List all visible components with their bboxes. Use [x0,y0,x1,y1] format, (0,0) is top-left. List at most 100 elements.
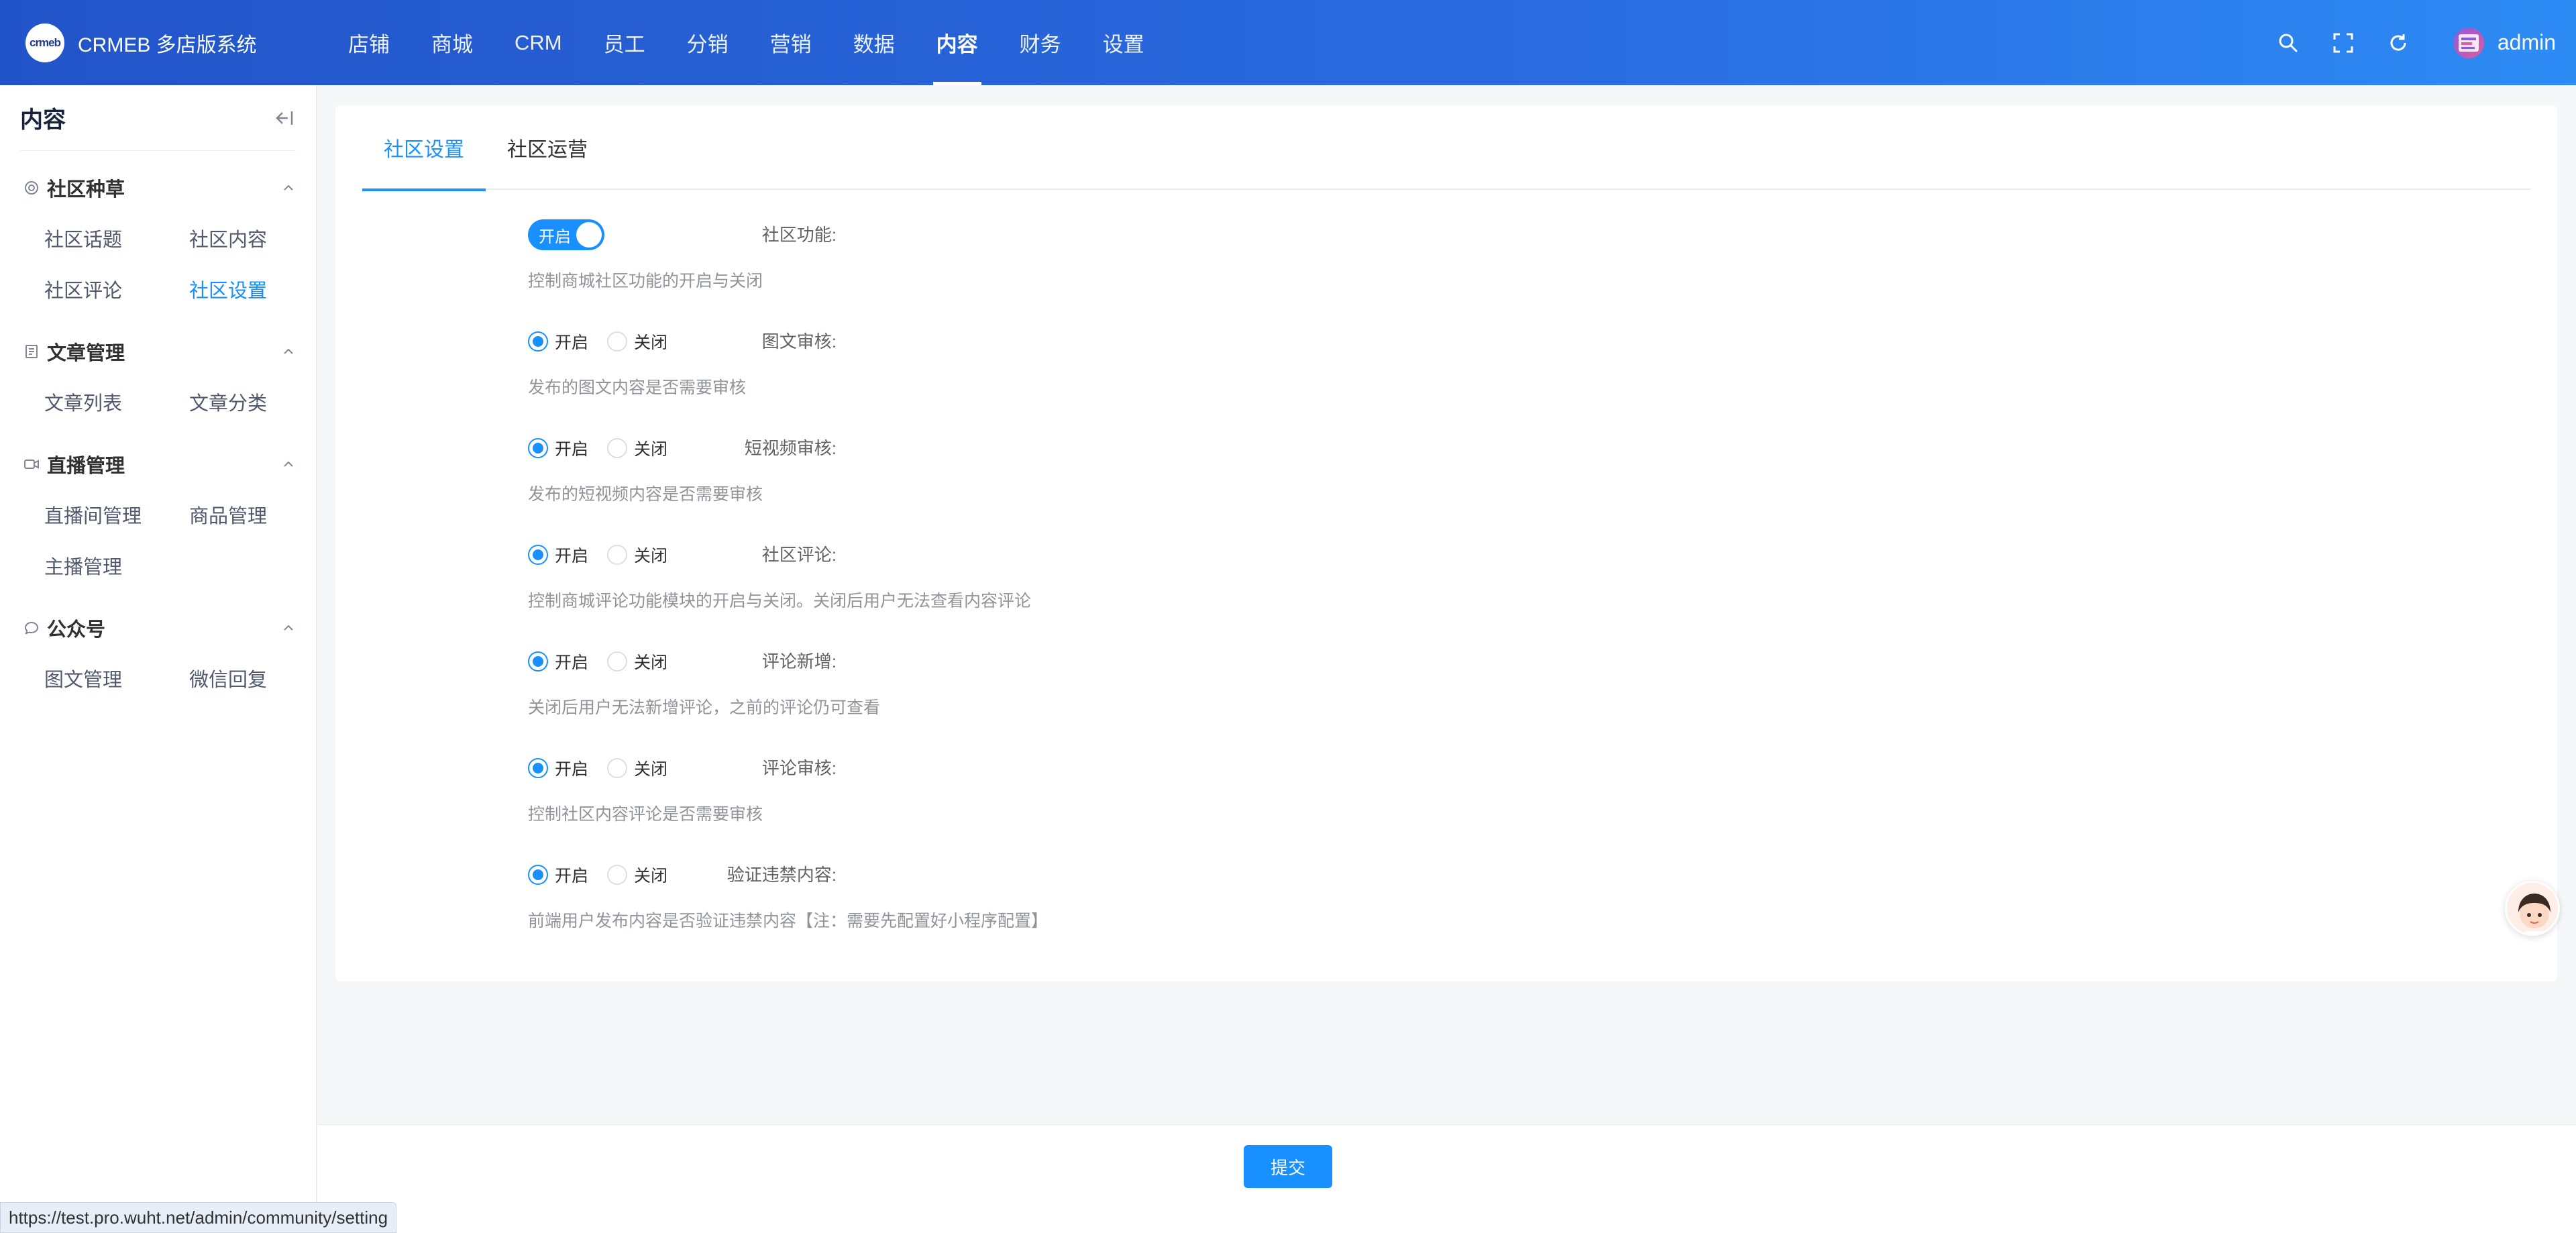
nav-item-store[interactable]: 店铺 [327,0,411,85]
sidebar-item-live-rooms[interactable]: 直播间管理 [44,489,189,540]
nav-item-distribution[interactable]: 分销 [666,0,749,85]
radio-off[interactable]: 关闭 [607,649,667,674]
radio-off[interactable]: 关闭 [607,436,667,460]
radio-label: 开启 [555,333,589,352]
radio-circle [607,758,628,778]
radio-off[interactable]: 关闭 [607,863,667,887]
sidebar-group-live: 直播管理 直播间管理 商品管理 主播管理 [0,447,316,591]
nav-item-crm[interactable]: CRM [494,0,583,85]
form-desc: 发布的短视频内容是否需要审核 [528,485,763,504]
group-head-articles[interactable]: 文章管理 [23,335,296,368]
nav-item-content[interactable]: 内容 [916,0,999,85]
radio-label: 关闭 [634,440,668,459]
radio-on[interactable]: 开启 [528,436,588,460]
tab-community-operations[interactable]: 社区运营 [486,105,609,190]
radio-circle [528,865,548,885]
form-label: 评论新增: [761,651,837,672]
group-label: 文章管理 [47,343,125,364]
group-head-live[interactable]: 直播管理 [23,447,296,481]
sidebar-item-community-content[interactable]: 社区内容 [189,213,334,264]
settings-form: 社区功能: 开启 控制商城社区功能的开启与关闭 图文审核: 开启 关闭 发布的图… [335,219,2557,966]
avatar[interactable] [2453,27,2484,58]
group-label: 公众号 [47,619,106,641]
radio-circle [607,438,628,458]
radio-label: 开启 [555,547,589,566]
radio-circle [528,758,548,778]
sidebar-item-article-category[interactable]: 文章分类 [189,376,334,427]
logo[interactable]: crmeb CRMEB 多店版系统 [25,23,327,62]
switch-knob [576,222,602,248]
form-row-graphic-review: 图文审核: 开启 关闭 发布的图文内容是否需要审核 [335,326,2557,433]
radio-label: 关闭 [634,547,668,566]
customer-service-avatar[interactable] [2505,881,2560,936]
form-label: 短视频审核: [744,438,837,458]
form-row-add-comments: 评论新增: 开启 关闭 关闭后用户无法新增评论，之前的评论仍可查看 [335,646,2557,753]
form-label: 图文审核: [761,331,837,352]
sidebar-item-graphic-management[interactable]: 图文管理 [44,653,189,704]
tabs: 社区设置 社区运营 [362,105,2530,191]
sidebar-item-community-comments[interactable]: 社区评论 [44,264,189,315]
radio-on[interactable]: 开启 [528,649,588,674]
settings-card: 社区设置 社区运营 社区功能: 开启 控制商城社区功能的开启与关闭 图文审核: … [335,105,2557,981]
radio-label: 关闭 [634,867,668,886]
sidebar-header: 内容 [20,85,296,151]
form-label: 社区功能: [761,225,837,245]
sidebar-item-live-products[interactable]: 商品管理 [189,489,334,540]
collapse-sidebar-icon[interactable] [272,106,296,130]
top-header: crmeb CRMEB 多店版系统 店铺 商城 CRM 员工 分销 营销 数据 … [0,0,2576,85]
radio-on[interactable]: 开启 [528,543,588,567]
community-feature-switch[interactable]: 开启 [528,219,604,250]
chevron-up-icon [284,625,293,631]
form-row-comment-review: 评论审核: 开启 关闭 控制社区内容评论是否需要审核 [335,753,2557,859]
radio-label: 开启 [555,867,589,886]
search-icon[interactable] [2273,28,2303,58]
form-desc: 关闭后用户无法新增评论，之前的评论仍可查看 [528,698,881,717]
sidebar: 内容 社区种草 社区话题 社区内容 社区评论 社区设置 文章管理 文章列表 文章… [0,85,317,1233]
radio-label: 开启 [555,653,589,672]
tab-community-settings[interactable]: 社区设置 [362,105,486,191]
nav-item-marketing[interactable]: 营销 [749,0,833,85]
username[interactable]: admin [2498,30,2556,55]
nav-item-finance[interactable]: 财务 [999,0,1082,85]
fullscreen-icon[interactable] [2328,28,2358,58]
nav-item-settings[interactable]: 设置 [1082,0,1165,85]
radio-circle [607,865,628,885]
group-label: 社区种草 [47,179,125,201]
group-label: 直播管理 [47,455,125,477]
submit-button[interactable]: 提交 [1244,1145,1332,1188]
radio-on[interactable]: 开启 [528,863,588,887]
sidebar-item-community-topics[interactable]: 社区话题 [44,213,189,264]
nav-item-data[interactable]: 数据 [833,0,916,85]
sidebar-item-community-settings[interactable]: 社区设置 [189,264,334,315]
radio-circle [607,651,628,672]
nav-item-mall[interactable]: 商城 [411,0,494,85]
radio-circle [528,438,548,458]
radio-circle [607,331,628,352]
sidebar-item-article-list[interactable]: 文章列表 [44,376,189,427]
form-row-prohibited-content: 验证违禁内容: 开启 关闭 前端用户发布内容是否验证违禁内容【注：需要先配置好小… [335,859,2557,966]
refresh-icon[interactable] [2383,28,2413,58]
article-icon [23,343,40,360]
form-row-community-comments: 社区评论: 开启 关闭 控制商城评论功能模块的开启与关闭。关闭后用户无法查看内容… [335,539,2557,646]
status-bar-url: https://test.pro.wuht.net/admin/communit… [0,1202,397,1233]
radio-on[interactable]: 开启 [528,329,588,354]
group-head-community[interactable]: 社区种草 [23,171,296,205]
nav-item-staff[interactable]: 员工 [583,0,666,85]
radio-label: 关闭 [634,333,668,352]
sidebar-group-community: 社区种草 社区话题 社区内容 社区评论 社区设置 [0,171,316,315]
radio-on[interactable]: 开启 [528,756,588,780]
radio-off[interactable]: 关闭 [607,543,667,567]
switch-text: 开启 [539,227,571,246]
form-desc: 控制商城社区功能的开启与关闭 [528,272,763,290]
radio-off[interactable]: 关闭 [607,756,667,780]
chevron-up-icon [284,184,293,191]
sidebar-item-live-anchors[interactable]: 主播管理 [44,540,189,591]
form-row-community-feature: 社区功能: 开启 控制商城社区功能的开启与关闭 [335,219,2557,326]
sidebar-item-wechat-reply[interactable]: 微信回复 [189,653,334,704]
form-label: 验证违禁内容: [727,865,837,885]
radio-off[interactable]: 关闭 [607,329,667,354]
radio-circle [528,545,548,565]
radio-circle [528,651,548,672]
group-head-wechat[interactable]: 公众号 [23,611,296,645]
sidebar-group-wechat: 公众号 图文管理 微信回复 [0,611,316,704]
